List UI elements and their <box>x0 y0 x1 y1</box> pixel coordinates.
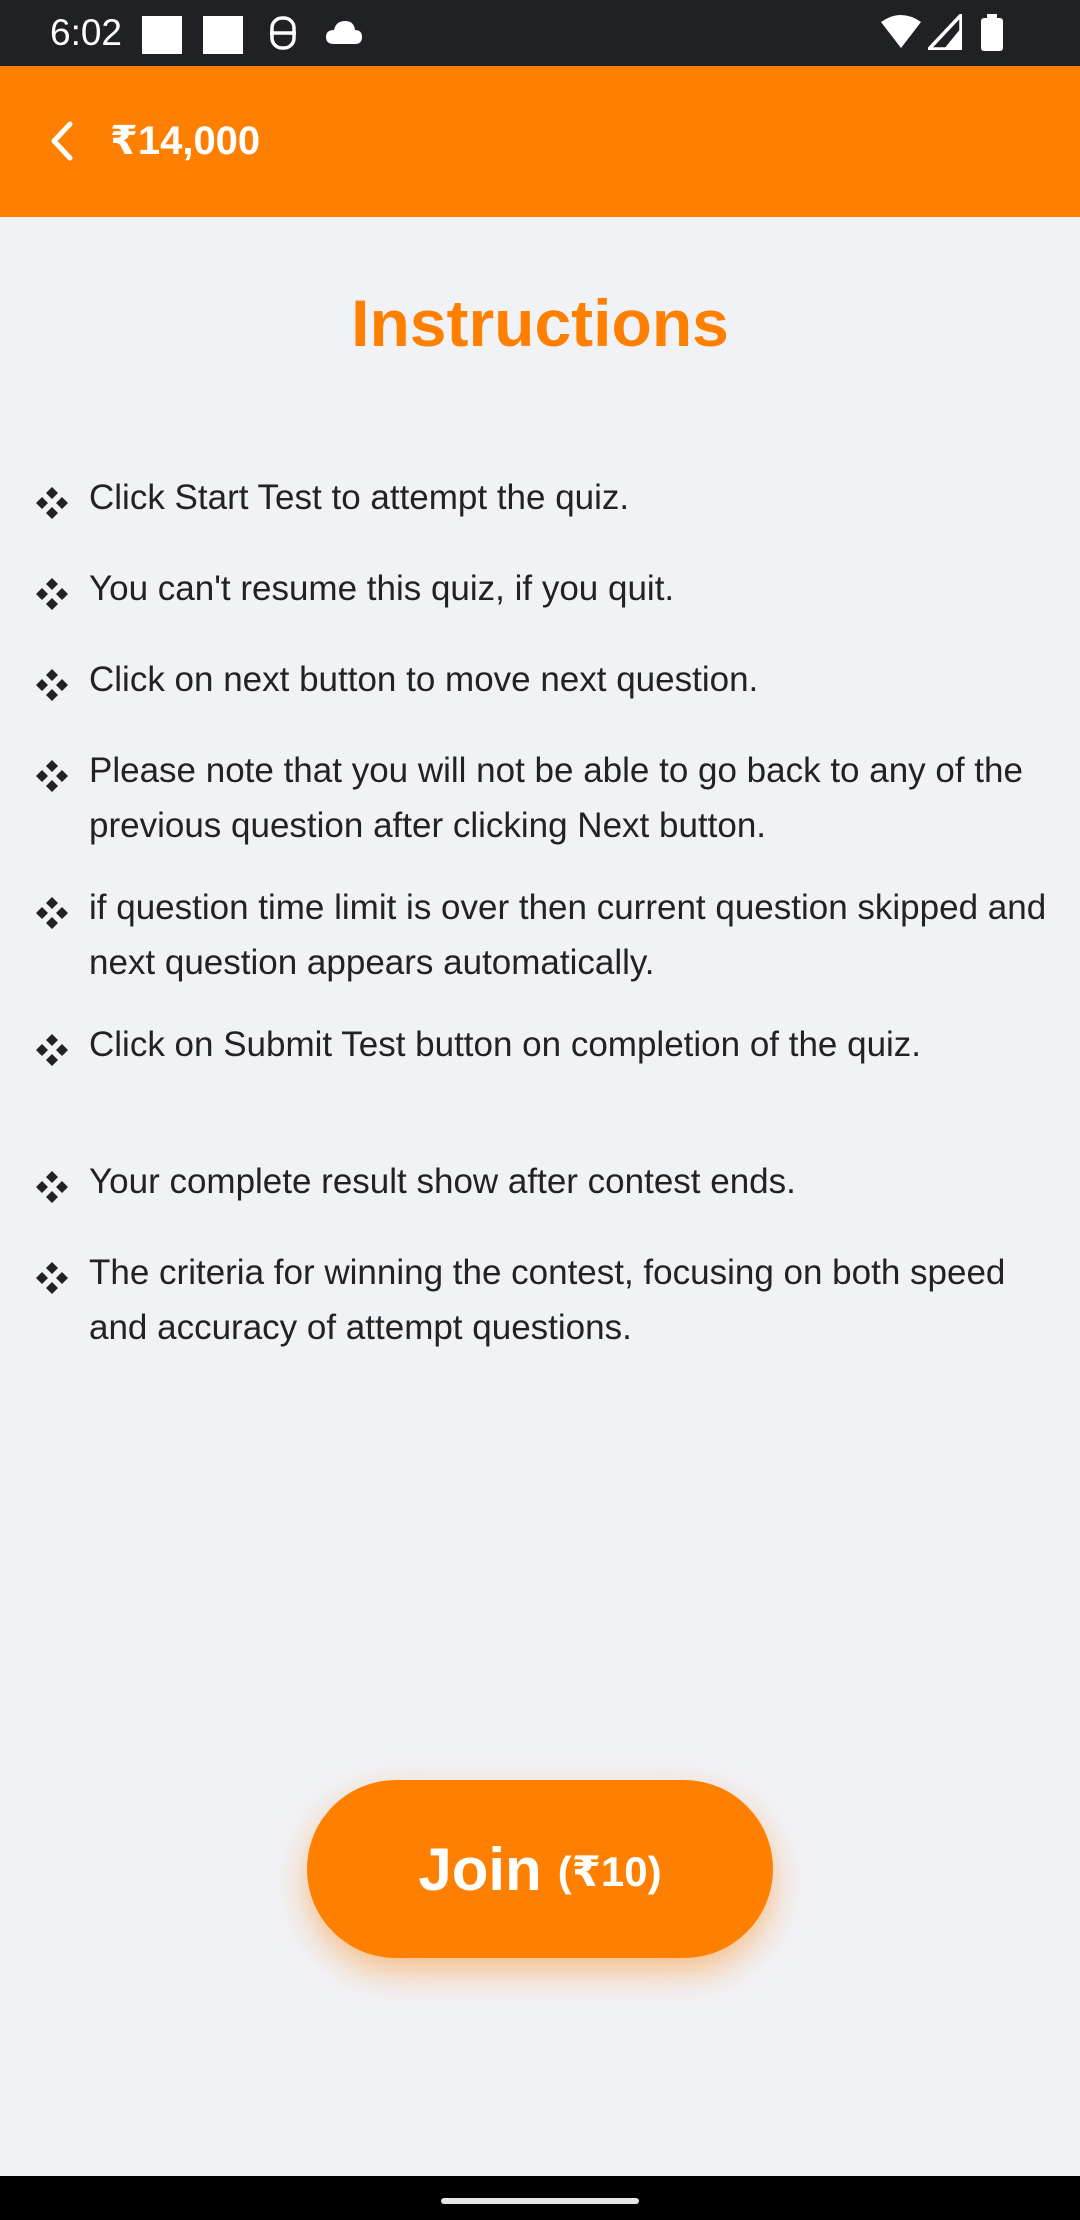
instruction-text: Click Start Test to attempt the quiz. <box>89 478 630 517</box>
instruction-text: Click on next button to move next questi… <box>89 660 759 699</box>
four-diamond-bullet-icon <box>36 487 68 519</box>
notification-square-icon <box>203 16 243 54</box>
page-title: Instructions <box>351 286 729 360</box>
home-gesture-handle[interactable] <box>441 2198 639 2204</box>
back-button[interactable] <box>30 109 94 173</box>
instruction-text: Please note that you will not be able to… <box>89 751 1023 845</box>
vpn-icon <box>270 16 296 50</box>
notification-square-icon <box>142 16 182 54</box>
four-diamond-bullet-icon <box>36 897 68 929</box>
system-nav-bar <box>0 2176 1080 2220</box>
join-button-label: Join <box>418 1835 542 1903</box>
instruction-text: if question time limit is over then curr… <box>89 888 1047 982</box>
instruction-text: Click on Submit Test button on completio… <box>89 1025 922 1064</box>
four-diamond-bullet-icon <box>36 669 68 701</box>
status-time: 6:02 <box>50 12 123 53</box>
instruction-text: Your complete result show after contest … <box>89 1162 796 1201</box>
status-bar: 6:02 <box>0 0 1080 66</box>
four-diamond-bullet-icon <box>36 1262 68 1294</box>
join-fee: (₹10) <box>557 1847 662 1895</box>
wallet-balance-title: ₹14,000 <box>110 119 261 163</box>
instruction-text: You can't resume this quiz, if you quit. <box>89 569 675 608</box>
battery-icon <box>981 14 1003 51</box>
wifi-icon <box>881 15 921 48</box>
four-diamond-bullet-icon <box>36 578 68 610</box>
join-button[interactable]: Join (₹10) <box>307 1780 773 1958</box>
cloud-icon <box>326 21 362 44</box>
four-diamond-bullet-icon <box>36 1034 68 1066</box>
instruction-text: The criteria for winning the contest, fo… <box>89 1253 1006 1347</box>
chevron-left-icon <box>51 121 73 161</box>
cellular-signal-icon <box>928 14 962 50</box>
four-diamond-bullet-icon <box>36 1171 68 1203</box>
four-diamond-bullet-icon <box>36 760 68 792</box>
app-bar: ₹14,000 <box>0 66 1080 217</box>
